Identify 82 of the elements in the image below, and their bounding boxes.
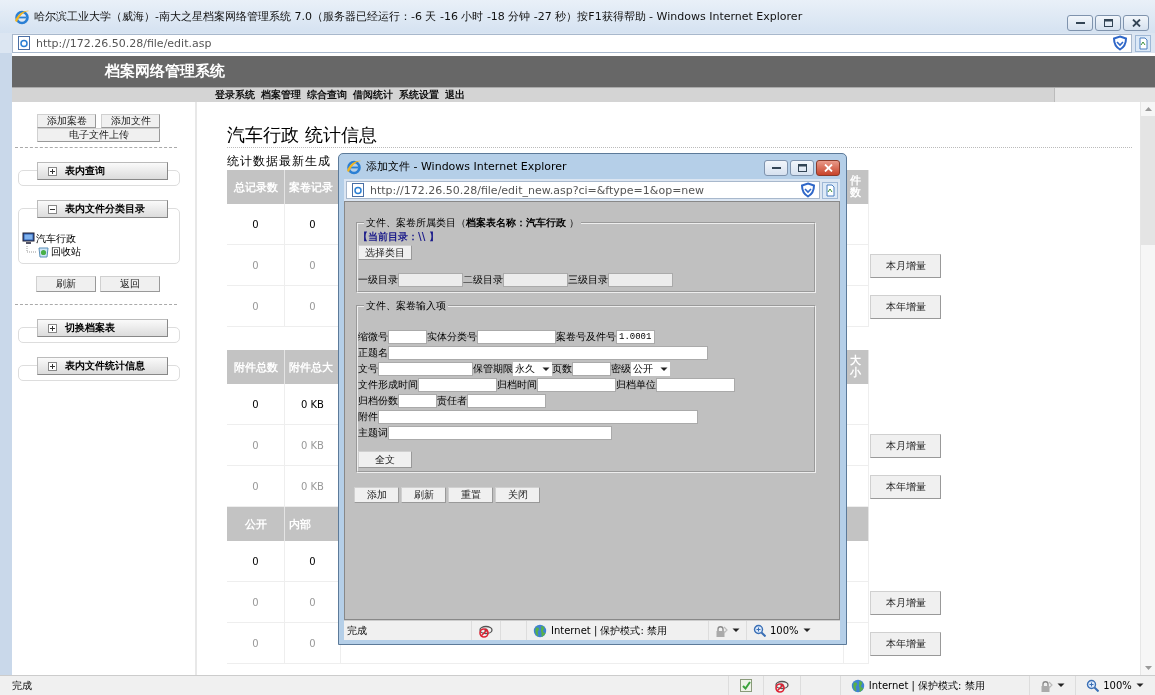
increment-button[interactable]: 本月增量 bbox=[870, 590, 941, 615]
group-legend: 文件、案卷输入项 bbox=[364, 299, 448, 313]
column-header: 总记录数 bbox=[227, 170, 285, 204]
zoom-level[interactable]: 100% bbox=[1103, 680, 1132, 691]
input-field[interactable]: 1.0001 bbox=[616, 330, 655, 344]
sidebar-button[interactable]: 返回 bbox=[100, 276, 160, 292]
increment-button[interactable]: 本月增量 bbox=[870, 253, 941, 278]
table-cell: 0 bbox=[227, 204, 285, 245]
field-label: 附件 bbox=[358, 410, 378, 424]
field-label: 二级目录 bbox=[463, 273, 503, 287]
field-label: 文号 bbox=[358, 362, 378, 376]
address-field[interactable]: http://172.26.50.28/file/edit_new.asp?ci=&ftype=1&op=new bbox=[346, 181, 820, 199]
window-title: 添加文件 - Windows Internet Explorer bbox=[366, 159, 568, 174]
column-header: 附件总数 bbox=[227, 350, 285, 384]
field-label: 正题名 bbox=[358, 346, 388, 360]
nav-link[interactable]: 系统设置 bbox=[399, 88, 439, 102]
form-button[interactable]: 添加 bbox=[354, 487, 399, 503]
increment-button[interactable]: 本年增量 bbox=[870, 474, 941, 499]
field-label: 缩微号 bbox=[358, 330, 388, 344]
panel-header-button[interactable]: 表内查询 bbox=[37, 162, 168, 180]
current-directory: 【当前目录：\\ 】 bbox=[358, 230, 440, 244]
status-text: 完成 bbox=[346, 623, 368, 638]
fulltext-button[interactable]: 全文 bbox=[358, 451, 412, 468]
form-button[interactable]: 刷新 bbox=[401, 487, 446, 503]
sidebar-button[interactable]: 电子文件上传 bbox=[37, 128, 160, 142]
panel-header-button[interactable]: 表内文件统计信息 bbox=[37, 357, 168, 375]
security-zone-text: Internet | 保护模式: 禁用 bbox=[551, 623, 667, 638]
field-label: 文件形成时间 bbox=[358, 378, 418, 392]
status-text: 完成 bbox=[11, 678, 33, 693]
column-header: 附件总大 bbox=[285, 350, 341, 384]
form-button[interactable]: 关闭 bbox=[495, 487, 540, 503]
field-label: 归档份数 bbox=[358, 394, 398, 408]
field-label: 保管期限 bbox=[473, 362, 513, 376]
stats-note: 统计数据最新生成 bbox=[227, 153, 331, 170]
field-label: 主题词 bbox=[358, 426, 388, 440]
field-label: 密级 bbox=[611, 362, 631, 376]
increment-button[interactable]: 本年增量 bbox=[870, 631, 941, 656]
group-legend: 文件、案卷所属类目（档案表名称：汽车行政 ） bbox=[364, 216, 582, 230]
panel-header-button[interactable]: 切换档案表 bbox=[37, 319, 168, 337]
nav-link[interactable]: 档案管理 bbox=[261, 88, 301, 102]
select-field[interactable]: 永久 bbox=[513, 362, 552, 376]
nav-link[interactable]: 借阅统计 bbox=[353, 88, 393, 102]
field-label: 责任者 bbox=[437, 394, 467, 408]
table-cell: 0 bbox=[227, 425, 285, 466]
form-button[interactable]: 重置 bbox=[448, 487, 493, 503]
field-label: 案卷号及件号 bbox=[556, 330, 616, 344]
field-label: 一级目录 bbox=[358, 273, 398, 287]
page-heading: 汽车行政 统计信息 bbox=[227, 123, 1132, 148]
sidebar-button[interactable]: 添加案卷 bbox=[37, 114, 96, 128]
column-header: 公开 bbox=[227, 507, 285, 541]
nav-link[interactable]: 登录系统 bbox=[215, 88, 255, 102]
address-field[interactable]: http://172.26.50.28/file/edit.asp bbox=[12, 33, 1132, 53]
table-cell: 0 bbox=[227, 245, 285, 286]
table-cell: 0 bbox=[227, 541, 285, 582]
nav-link[interactable]: 综合查询 bbox=[307, 88, 347, 102]
select-category-button[interactable]: 选择类目 bbox=[358, 245, 412, 260]
url-text: http://172.26.50.28/file/edit.asp bbox=[36, 36, 213, 50]
field-label: 归档单位 bbox=[616, 378, 656, 392]
url-text: http://172.26.50.28/file/edit_new.asp?ci=&ftype=1&op=new bbox=[370, 183, 706, 197]
column-header: 内部 bbox=[285, 507, 341, 541]
increment-button[interactable]: 本年增量 bbox=[870, 294, 941, 319]
tree-item[interactable]: 汽车行政 bbox=[36, 231, 76, 246]
site-title: 档案网络管理系统 bbox=[105, 62, 225, 81]
field-label: 归档时间 bbox=[497, 378, 537, 392]
table-cell: 0 bbox=[227, 286, 285, 327]
field-label: 页数 bbox=[552, 362, 572, 376]
select-field[interactable]: 公开 bbox=[631, 362, 670, 376]
column-header: 案卷记录 bbox=[285, 170, 341, 204]
tree-item[interactable]: 回收站 bbox=[51, 244, 81, 259]
increment-button[interactable]: 本月增量 bbox=[870, 433, 941, 458]
sidebar-button[interactable]: 添加文件 bbox=[101, 114, 160, 128]
field-label: 三级目录 bbox=[568, 273, 608, 287]
window-title: 哈尔滨工业大学（威海）-南大之星档案网络管理系统 7.0（服务器已经运行：-6 天 -16 小时 -18 分钟 -27 秒）按F1获得帮助 - Windows Internet Explorer bbox=[34, 9, 804, 24]
table-cell: 0 bbox=[227, 384, 285, 425]
sidebar-button[interactable]: 刷新 bbox=[36, 276, 96, 292]
panel-header-button[interactable]: 表内文件分类目录 bbox=[37, 200, 168, 218]
nav-link[interactable]: 退出 bbox=[445, 88, 465, 102]
security-zone-text: Internet | 保护模式: 禁用 bbox=[868, 678, 985, 693]
table-cell: 0 bbox=[227, 623, 285, 664]
table-cell: 0 bbox=[227, 582, 285, 623]
zoom-level[interactable]: 100% bbox=[770, 625, 799, 636]
field-label: 实体分类号 bbox=[427, 330, 477, 344]
